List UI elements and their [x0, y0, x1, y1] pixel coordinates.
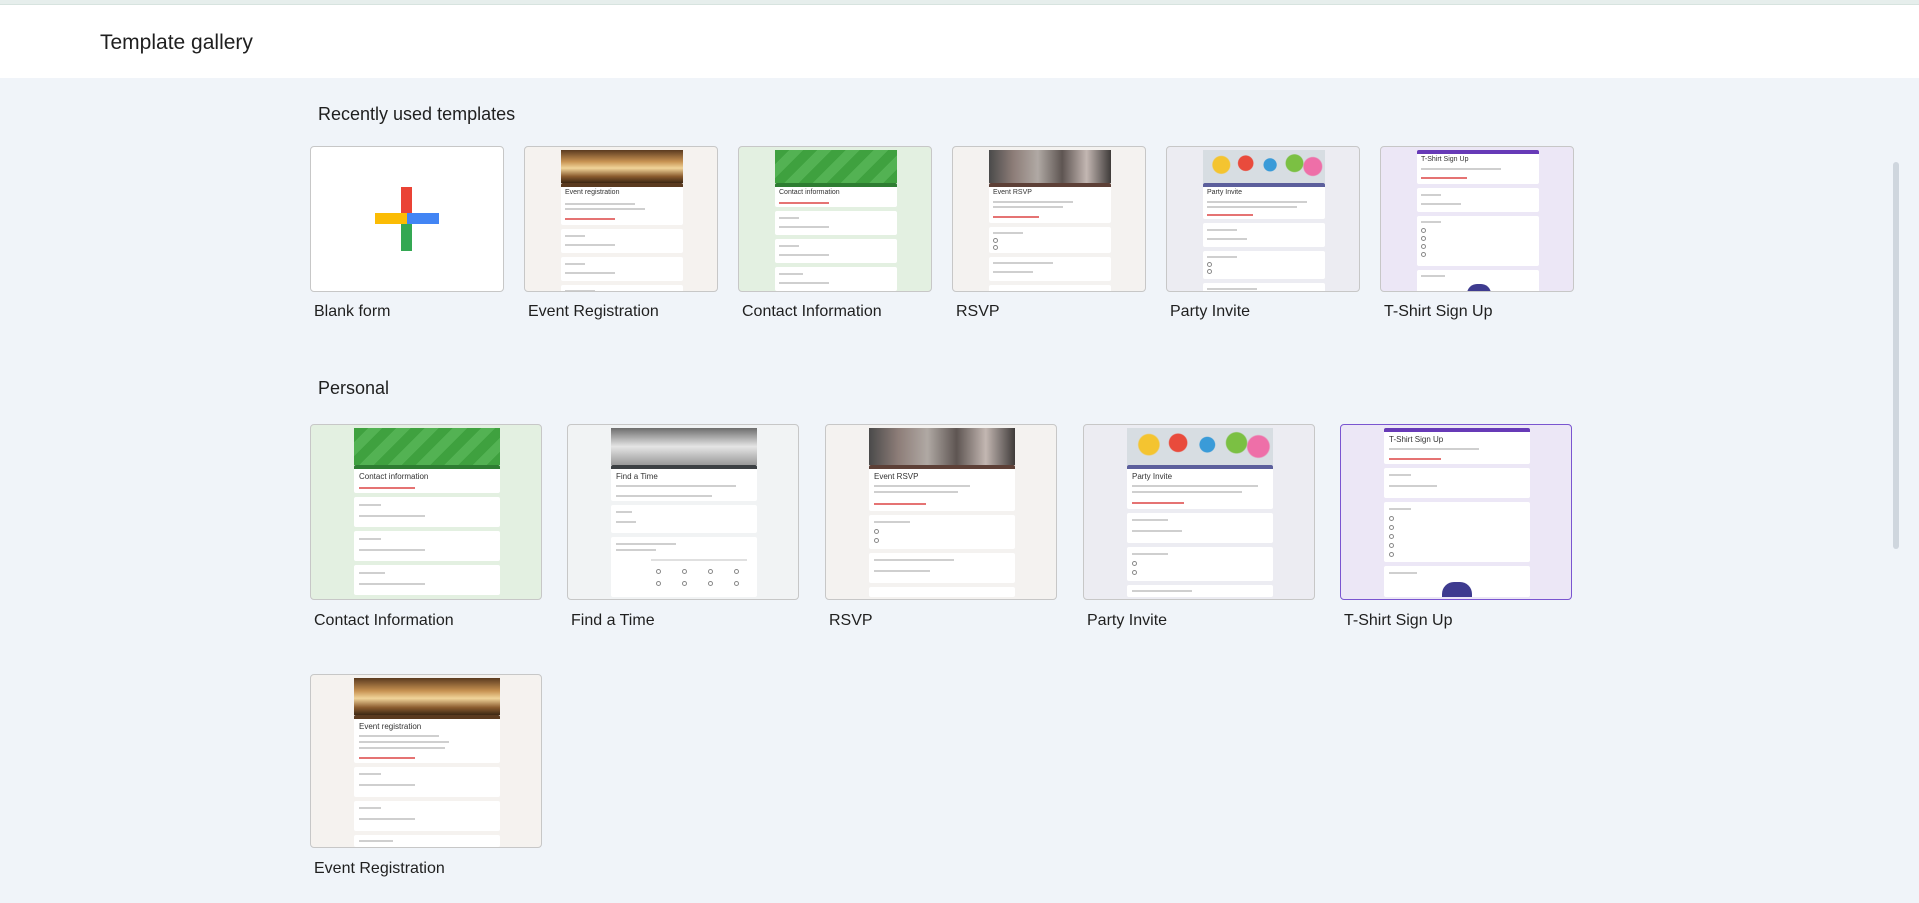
template-label: T-Shirt Sign Up — [1344, 612, 1453, 629]
banner-image — [354, 678, 500, 715]
banner-image — [869, 428, 1015, 465]
template-label: Contact Information — [742, 303, 882, 320]
template-thumbnail: Event RSVP — [825, 424, 1057, 600]
plus-icon — [375, 187, 439, 251]
template-thumbnail: Event registration — [310, 674, 542, 848]
header-bar: Template gallery — [0, 5, 1919, 78]
template-card-rsvp[interactable]: Event RSVP RSVP — [952, 146, 1146, 320]
section-title-personal: Personal — [318, 378, 390, 398]
template-thumbnail: T-Shirt Sign Up — [1380, 146, 1574, 292]
template-thumbnail — [310, 146, 504, 292]
banner-image — [611, 428, 757, 465]
preview-title: Event RSVP — [993, 189, 1032, 196]
page-title: Template gallery — [100, 31, 253, 54]
banner-image — [561, 150, 683, 183]
template-card-tshirt-sign-up[interactable]: T-Shirt Sign Up T-Shirt Sign Up — [1380, 146, 1574, 320]
preview-title: Contact information — [359, 472, 429, 481]
template-label: Event Registration — [314, 860, 445, 877]
template-label: Party Invite — [1170, 303, 1251, 320]
preview-title: T-Shirt Sign Up — [1389, 435, 1444, 444]
template-thumbnail: Event RSVP — [952, 146, 1146, 292]
template-label: RSVP — [956, 303, 1000, 320]
template-card-party-invite[interactable]: Party Invite Party Invite — [1166, 146, 1360, 320]
template-label: RSVP — [829, 612, 873, 629]
template-card-find-a-time[interactable]: Find a Time Find a Time — [567, 424, 799, 629]
template-label: Party Invite — [1087, 612, 1168, 629]
template-card-tshirt-sign-up[interactable]: T-Shirt Sign Up T-Shirt Sign Up — [1340, 424, 1572, 629]
preview-title: T-Shirt Sign Up — [1421, 156, 1469, 163]
template-card-event-registration[interactable]: Event registration Event Registration — [310, 674, 542, 877]
banner-image — [1203, 150, 1325, 183]
template-thumbnail: Find a Time — [567, 424, 799, 600]
template-card-party-invite[interactable]: Party Invite Party Invite — [1083, 424, 1315, 629]
template-thumbnail: T-Shirt Sign Up — [1340, 424, 1572, 600]
preview-title: Find a Time — [616, 472, 658, 481]
banner-image — [775, 150, 897, 183]
template-label: Find a Time — [571, 612, 655, 629]
preview-title: Event RSVP — [874, 472, 919, 481]
preview-title: Party Invite — [1132, 472, 1173, 481]
template-card-blank-form[interactable]: Blank form — [310, 146, 504, 320]
template-thumbnail: Contact information — [310, 424, 542, 600]
banner-image — [1127, 428, 1273, 465]
template-label: Contact Information — [314, 612, 454, 629]
section-title-recent: Recently used templates — [318, 104, 516, 124]
template-thumbnail: Contact information — [738, 146, 932, 292]
template-thumbnail: Event registration — [524, 146, 718, 292]
preview-title: Contact information — [779, 189, 840, 196]
gallery-content: Recently used templates Blank form Event… — [0, 78, 1919, 903]
template-card-event-registration[interactable]: Event registration Event Registration — [524, 146, 718, 320]
preview-title: Event registration — [565, 189, 620, 196]
template-card-contact-information[interactable]: Contact information Contact Information — [738, 146, 932, 320]
template-card-contact-information[interactable]: Contact information Contact Information — [310, 424, 542, 629]
template-label: Event Registration — [528, 303, 659, 320]
template-thumbnail: Party Invite — [1166, 146, 1360, 292]
template-card-rsvp[interactable]: Event RSVP RSVP — [825, 424, 1057, 629]
vertical-scrollbar[interactable] — [1893, 162, 1899, 549]
template-label: T-Shirt Sign Up — [1384, 303, 1493, 320]
preview-title: Event registration — [359, 722, 422, 731]
banner-image — [354, 428, 500, 465]
preview-title: Party Invite — [1207, 189, 1243, 196]
template-label: Blank form — [314, 303, 391, 320]
banner-image — [989, 150, 1111, 183]
template-thumbnail: Party Invite — [1083, 424, 1315, 600]
